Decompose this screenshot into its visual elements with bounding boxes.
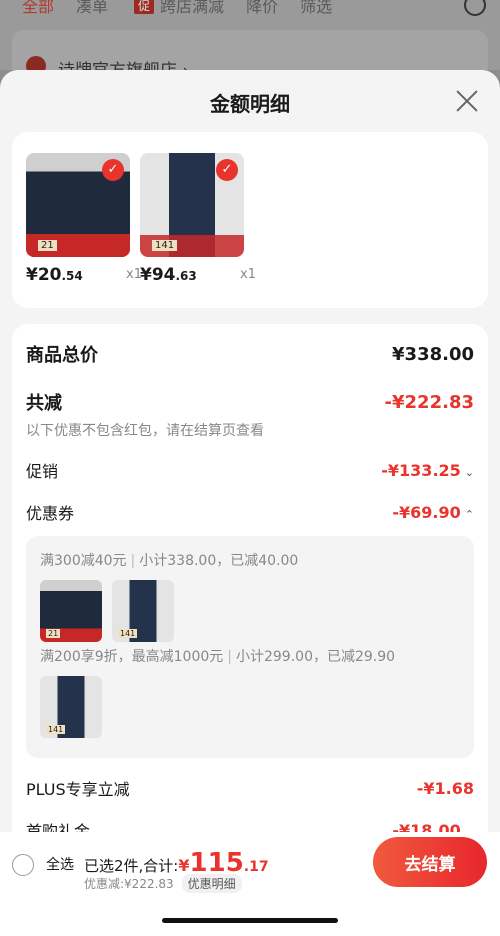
sheet-title: 金额明细 [210, 92, 290, 116]
discount-line: 优惠减:¥222.83 优惠明细 [84, 874, 242, 893]
promo-row[interactable]: 促销 -¥133.25 ⌄ [26, 458, 474, 482]
check-icon[interactable]: ✓ [102, 159, 124, 181]
price-row: ¥20.54 x1 [26, 265, 142, 285]
product-tag: 21 [38, 240, 57, 251]
tab-all: 全部 [22, 0, 55, 16]
product-item[interactable]: 141 ✓ ¥94.63 x1 [140, 153, 256, 285]
store-name: 诗牌官方旗舰店 › [58, 56, 189, 70]
discount-note: 以下优惠不包含红包，请在结算页查看 [26, 423, 264, 439]
rule-text: 满300减40元 [40, 553, 127, 569]
rule-subtotal: 小计299.00，已减29.90 [235, 649, 396, 665]
rule-text: 满200享9折，最高减1000元 [40, 649, 224, 665]
plus-value: -¥1.68 [416, 778, 474, 798]
product-price: ¥94.63 [140, 265, 197, 285]
coupon-rule: 满300减40元 | 小计338.00，已减40.00 [40, 550, 298, 570]
discount-detail-button[interactable]: 优惠明细 [181, 874, 242, 893]
coupon-product-thumb: 141 [112, 580, 174, 642]
price-decimal: .63 [175, 269, 197, 283]
coupon-amount: -¥69.90 [392, 502, 461, 522]
product-tag: 141 [46, 725, 66, 734]
promo-amount: -¥133.25 [381, 460, 461, 480]
coupon-product-thumb: 141 [40, 676, 102, 738]
goods-total-row: 商品总价 ¥338.00 [26, 342, 474, 367]
divider: | [130, 553, 136, 569]
coupon-row[interactable]: 优惠券 -¥69.90 ⌃ [26, 500, 474, 524]
coupon-label: 优惠券 [26, 504, 75, 523]
price-main: ¥94 [140, 265, 176, 285]
coupon-product-thumb: 21 [40, 580, 102, 642]
products-card: 21 ✓ ¥20.54 x1 141 ✓ ¥94.63 x1 [12, 132, 488, 308]
rule-subtotal: 小计338.00，已减40.00 [139, 553, 299, 569]
total-discount-label: 共减 [26, 393, 62, 414]
goods-total-value: ¥338.00 [392, 343, 474, 365]
product-tag: 141 [152, 240, 178, 251]
coupon-value: -¥69.90 ⌃ [392, 503, 474, 522]
sheet-header: 金额明细 [0, 70, 500, 132]
check-icon[interactable]: ✓ [216, 159, 238, 181]
background-page: 全部 凑单 促 跨店满减 降价 筛选 诗牌官方旗舰店 › [0, 0, 500, 70]
plus-discount-row: PLUS专享立减 -¥1.68 [26, 776, 474, 800]
background-tabs: 全部 凑单 促 跨店满减 降价 筛选 [0, 0, 500, 18]
total-price: ¥115.17 [178, 848, 269, 878]
tab-coudan: 凑单 [76, 0, 109, 16]
store-check-icon [26, 56, 46, 70]
goods-total-label: 商品总价 [26, 345, 98, 366]
tab-filter: 筛选 [300, 0, 333, 16]
price-decimal: .54 [61, 269, 83, 283]
tab-cross-store: 跨店满减 [160, 0, 225, 16]
select-all-radio[interactable] [12, 854, 34, 876]
product-item[interactable]: 21 ✓ ¥20.54 x1 [26, 153, 142, 285]
product-image: 21 ✓ [26, 153, 130, 257]
price-row: ¥94.63 x1 [140, 265, 256, 285]
product-tag: 141 [118, 629, 138, 638]
coupon-detail-box: 满300减40元 | 小计338.00，已减40.00 21 141 满200享9折… [26, 536, 474, 758]
total-discount-value: -¥222.83 [384, 391, 474, 413]
close-icon[interactable] [456, 90, 478, 112]
home-indicator [162, 918, 338, 923]
product-qty: x1 [240, 267, 256, 282]
divider: | [227, 649, 232, 665]
product-tag: 21 [46, 629, 61, 638]
discount-amount: 优惠减:¥222.83 [84, 877, 174, 891]
promo-value: -¥133.25 ⌄ [381, 461, 474, 480]
promo-label: 促销 [26, 462, 59, 481]
tab-price-drop: 降价 [246, 0, 279, 16]
selected-count: 已选2件,合计: [84, 857, 179, 875]
promo-badge: 促 [134, 0, 155, 14]
product-image: 141 ✓ [140, 153, 244, 257]
amount-detail-sheet: 金额明细 21 ✓ ¥20.54 x1 141 ✓ ¥94.63 x1 商品总价… [0, 70, 500, 936]
chevron-down-icon: ⌄ [464, 465, 474, 479]
price-main: ¥20 [26, 265, 62, 285]
coupon-rule: 满200享9折，最高减1000元 | 小计299.00，已减29.90 [40, 646, 395, 666]
select-all-label[interactable]: 全选 [46, 854, 74, 874]
price-detail-card: 商品总价 ¥338.00 共减 -¥222.83 以下优惠不包含红包，请在结算页… [12, 324, 488, 884]
chevron-up-icon: ⌃ [464, 507, 474, 521]
total-discount-row: 共减 -¥222.83 [26, 390, 474, 415]
total-decimal: .17 [243, 859, 269, 875]
plus-label: PLUS专享立减 [26, 780, 130, 799]
checkout-button[interactable]: 去结算 [373, 837, 487, 887]
product-price: ¥20.54 [26, 265, 83, 285]
total-currency: ¥ [178, 856, 190, 875]
